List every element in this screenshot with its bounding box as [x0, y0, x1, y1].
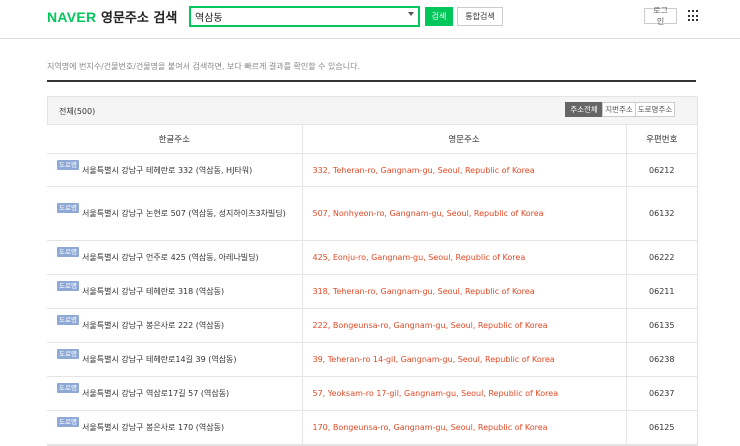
column-header-korean: 한글주소 — [47, 124, 302, 154]
table-row[interactable]: 도로명서울특별시 강남구 봉은사로 170 (역삼동) 170, Bongeun… — [47, 410, 697, 445]
korean-address[interactable]: 서울특별시 강남구 봉은사로 222 (역삼동) — [82, 321, 224, 330]
results-table: 한글주소 영문주소 우편번호 도로명서울특별시 강남구 테헤란로 332 (역삼… — [47, 124, 697, 445]
road-name-badge: 도로명 — [57, 417, 79, 427]
road-name-badge: 도로명 — [57, 159, 79, 170]
service-title[interactable]: 영문주소 검색 — [101, 7, 177, 26]
postcode: 06237 — [625, 376, 697, 411]
table-row[interactable]: 도로명서울특별시 강남구 테헤란로14길 39 (역삼동) 39, Tehera… — [47, 342, 697, 377]
table-row[interactable]: 도로명서울특별시 강남구 테헤란로 318 (역삼동) 318, Teheran… — [47, 274, 697, 309]
english-address[interactable]: 170, Bongeunsa-ro, Gangnam-gu, Seoul, Re… — [301, 410, 626, 445]
english-address[interactable]: 39, Teheran-ro 14-gil, Gangnam-gu, Seoul… — [301, 342, 626, 377]
table-row[interactable]: 도로명서울특별시 강남구 테헤란로 332 (역삼동, HJ타워) 332, T… — [47, 153, 697, 187]
postcode: 06132 — [625, 186, 697, 241]
chevron-down-icon[interactable] — [408, 12, 414, 16]
top-header: NAVER 영문주소 검색 검색 통합검색 로그인 — [0, 0, 740, 39]
address-type-filters: 주소전체 지번주소 도로명주소 — [565, 102, 675, 117]
result-count: 전체(500) — [59, 107, 96, 116]
korean-address-cell: 도로명서울특별시 강남구 봉은사로 170 (역삼동) — [47, 410, 302, 445]
table-header-row: 한글주소 영문주소 우편번호 — [47, 124, 697, 154]
table-row[interactable]: 도로명서울특별시 강남구 언주로 425 (역삼동, 아레나빌딩) 425, E… — [47, 240, 697, 275]
english-address[interactable]: 222, Bongeunsa-ro, Gangnam-gu, Seoul, Re… — [301, 308, 626, 343]
column-header-postcode: 우편번호 — [625, 124, 697, 154]
korean-address-cell: 도로명서울특별시 강남구 언주로 425 (역삼동, 아레나빌딩) — [47, 240, 302, 275]
table-row[interactable]: 도로명서울특별시 강남구 봉은사로 222 (역삼동) 222, Bongeun… — [47, 308, 697, 343]
postcode: 06238 — [625, 342, 697, 377]
english-address[interactable]: 332, Teheran-ro, Gangnam-gu, Seoul, Repu… — [301, 153, 626, 187]
english-address[interactable]: 425, Eonju-ro, Gangnam-gu, Seoul, Republ… — [301, 240, 626, 275]
road-name-badge: 도로명 — [57, 281, 79, 291]
table-row[interactable]: 도로명서울특별시 강남구 논현로 507 (역삼동, 성지하이츠3차빌딩) 50… — [47, 186, 697, 241]
table-row[interactable]: 도로명서울특별시 강남구 역삼로17길 57 (역삼동) 57, Yeoksam… — [47, 376, 697, 411]
divider — [47, 80, 696, 82]
korean-address-cell: 도로명서울특별시 강남구 테헤란로14길 39 (역삼동) — [47, 342, 302, 377]
korean-address[interactable]: 서울특별시 강남구 봉은사로 170 (역삼동) — [82, 423, 224, 432]
naver-logo[interactable]: NAVER — [47, 9, 96, 25]
korean-address[interactable]: 서울특별시 강남구 테헤란로14길 39 (역삼동) — [82, 355, 237, 364]
korean-address[interactable]: 서울특별시 강남구 테헤란로 332 (역삼동, HJ타워) — [82, 166, 252, 175]
road-name-badge: 도로명 — [57, 315, 79, 325]
korean-address[interactable]: 서울특별시 강남구 논현로 507 (역삼동, 성지하이츠3차빌딩) — [82, 209, 286, 218]
english-address[interactable]: 318, Teheran-ro, Gangnam-gu, Seoul, Repu… — [301, 274, 626, 309]
search-button[interactable]: 검색 — [425, 7, 453, 26]
filter-road-name-address[interactable]: 도로명주소 — [635, 102, 675, 117]
integrated-search-button[interactable]: 통합검색 — [457, 7, 503, 26]
english-address[interactable]: 57, Yeoksam-ro 17-gil, Gangnam-gu, Seoul… — [301, 376, 626, 411]
road-name-badge: 도로명 — [57, 349, 79, 359]
postcode: 06212 — [625, 153, 697, 187]
search-input[interactable] — [195, 9, 395, 24]
korean-address[interactable]: 서울특별시 강남구 언주로 425 (역삼동, 아레나빌딩) — [82, 253, 259, 262]
postcode: 06211 — [625, 274, 697, 309]
postcode: 06125 — [625, 410, 697, 445]
road-name-badge: 도로명 — [57, 383, 79, 393]
road-name-badge: 도로명 — [57, 203, 79, 213]
korean-address[interactable]: 서울특별시 강남구 테헤란로 318 (역삼동) — [82, 287, 224, 296]
filter-lot-number-address[interactable]: 지번주소 — [602, 102, 636, 117]
filter-all-addresses[interactable]: 주소전체 — [565, 102, 603, 117]
english-address[interactable]: 507, Nonhyeon-ro, Gangnam-gu, Seoul, Rep… — [301, 186, 626, 241]
korean-address-cell: 도로명서울특별시 강남구 역삼로17길 57 (역삼동) — [47, 376, 302, 411]
korean-address-cell: 도로명서울특별시 강남구 논현로 507 (역삼동, 성지하이츠3차빌딩) — [47, 186, 302, 241]
korean-address-cell: 도로명서울특별시 강남구 봉은사로 222 (역삼동) — [47, 308, 302, 343]
apps-grid-icon[interactable] — [688, 10, 700, 22]
login-button[interactable]: 로그인 — [644, 6, 677, 26]
postcode: 06222 — [625, 240, 697, 275]
search-notice: 지역명에 번지수/건물번호/건물명을 붙여서 검색하면, 보다 빠르게 결과를 … — [47, 62, 361, 71]
column-header-english: 영문주소 — [301, 124, 626, 154]
search-box[interactable] — [189, 6, 420, 27]
korean-address-cell: 도로명서울특별시 강남구 테헤란로 318 (역삼동) — [47, 274, 302, 309]
road-name-badge: 도로명 — [57, 247, 79, 257]
postcode: 06135 — [625, 308, 697, 343]
korean-address[interactable]: 서울특별시 강남구 역삼로17길 57 (역삼동) — [82, 389, 229, 398]
korean-address-cell: 도로명서울특별시 강남구 테헤란로 332 (역삼동, HJ타워) — [47, 153, 302, 187]
